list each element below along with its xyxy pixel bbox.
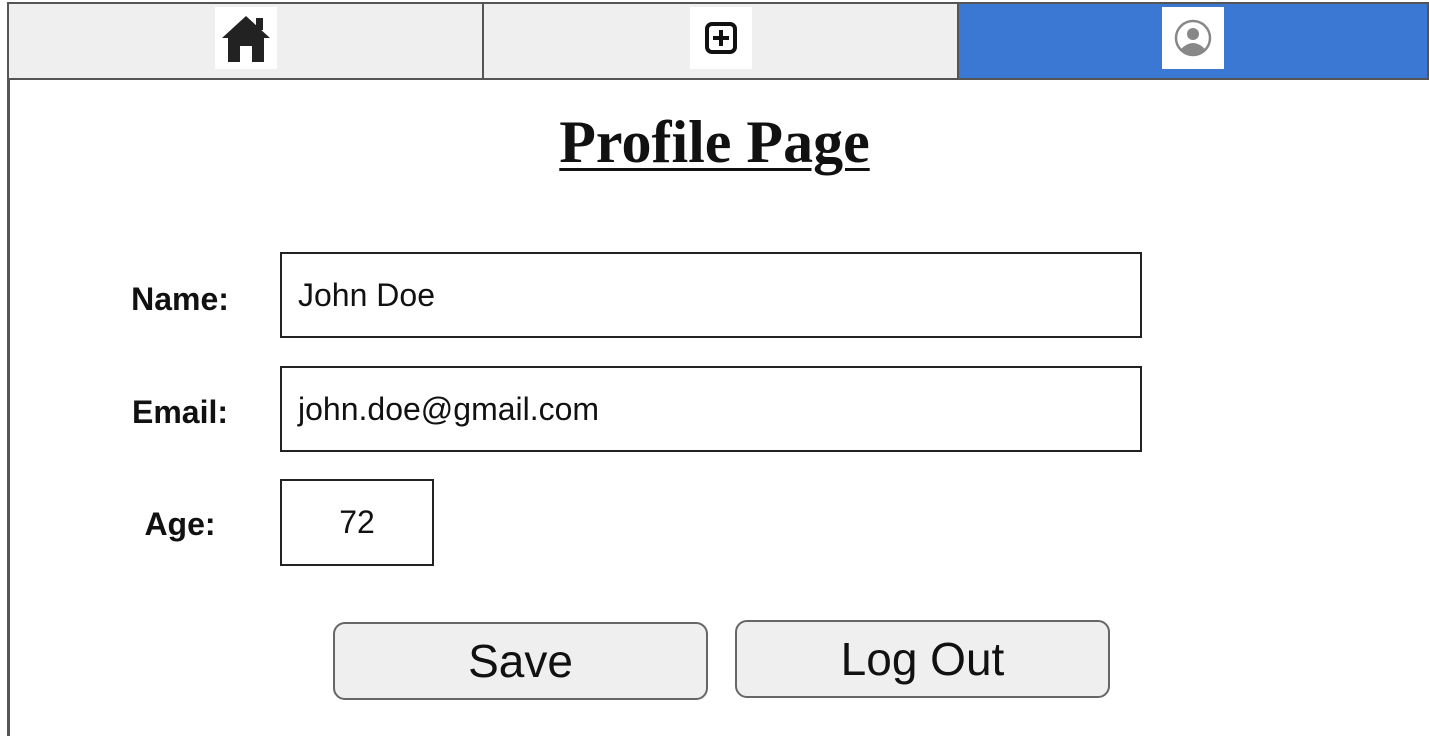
home-icon — [214, 7, 277, 69]
age-label: Age: — [144, 506, 216, 542]
user-circle-icon — [1162, 7, 1224, 69]
tab-profile[interactable] — [959, 4, 1427, 78]
name-label: Name: — [131, 281, 229, 317]
plus-square-icon — [689, 7, 752, 69]
tab-home[interactable] — [9, 4, 484, 78]
tab-add[interactable] — [484, 4, 959, 78]
save-button[interactable]: Save — [333, 622, 708, 700]
page-title: Profile Page — [559, 109, 870, 175]
email-field[interactable]: john.doe@gmail.com — [280, 366, 1142, 452]
top-navbar — [7, 2, 1429, 80]
logout-button[interactable]: Log Out — [735, 620, 1110, 698]
email-label: Email: — [131, 394, 229, 430]
age-field[interactable]: 72 — [280, 479, 434, 566]
name-field[interactable]: John Doe — [280, 252, 1142, 338]
